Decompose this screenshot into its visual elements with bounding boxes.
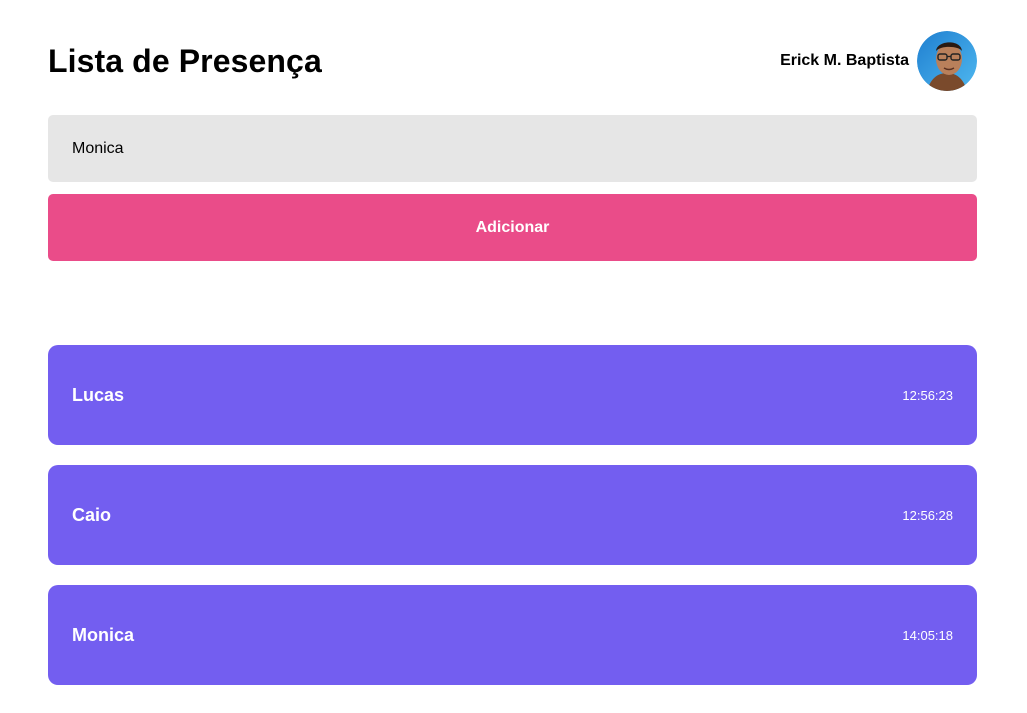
student-card: Lucas 12:56:23 bbox=[48, 345, 977, 445]
avatar[interactable] bbox=[917, 31, 977, 91]
student-time: 12:56:28 bbox=[902, 507, 953, 523]
app-container: Lista de Presença Erick M. Baptista Moni… bbox=[0, 0, 1027, 713]
add-button[interactable]: Adicionar bbox=[48, 194, 977, 261]
user-name: Erick M. Baptista bbox=[780, 52, 909, 69]
student-card: Caio 12:56:28 bbox=[48, 465, 977, 565]
user-profile[interactable]: Erick M. Baptista bbox=[780, 31, 977, 91]
header: Lista de Presença Erick M. Baptista bbox=[48, 30, 977, 92]
page-title: Lista de Presença bbox=[48, 42, 322, 79]
student-time: 14:05:18 bbox=[902, 627, 953, 643]
student-card: Monica 14:05:18 bbox=[48, 585, 977, 685]
student-name: Caio bbox=[72, 504, 112, 525]
student-name-input[interactable] bbox=[48, 115, 977, 182]
student-time: 12:56:23 bbox=[902, 387, 953, 403]
student-name: Lucas bbox=[72, 384, 125, 405]
student-name: Monica bbox=[72, 624, 135, 645]
attendance-list: Lucas 12:56:23 Caio 12:56:28 Monica 14:0… bbox=[48, 345, 977, 685]
